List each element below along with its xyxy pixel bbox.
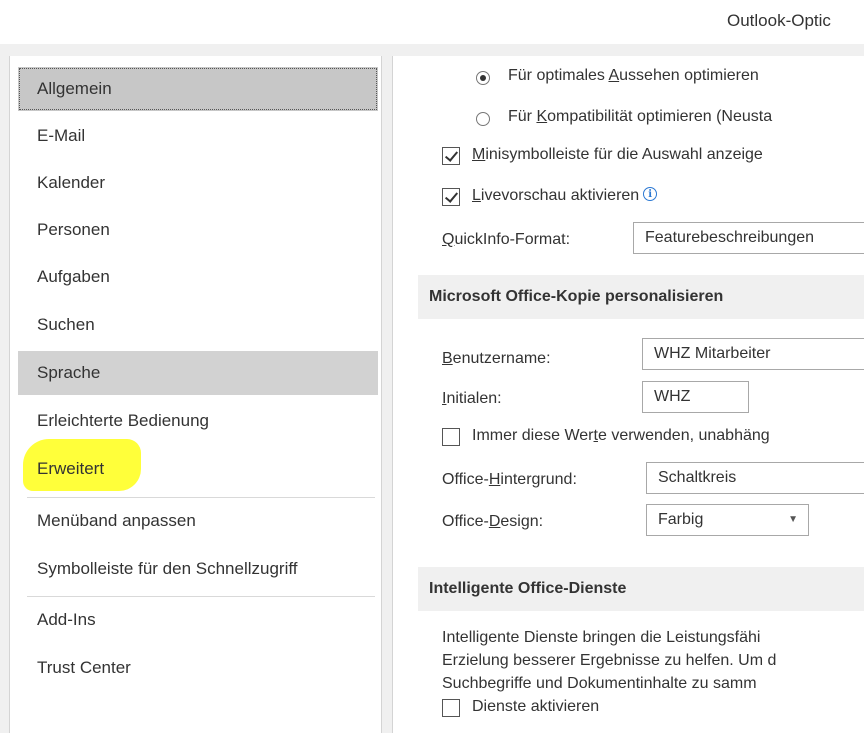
- window-title: Outlook-Optic: [727, 11, 831, 30]
- radio-compatibility-label: Für Kompatibilität optimieren (Neusta: [508, 108, 773, 125]
- radio-compatibility[interactable]: [476, 112, 490, 126]
- checkbox-enable-services[interactable]: [442, 699, 460, 717]
- options-sidebar: Allgemein E-Mail Kalender Personen Aufga…: [9, 56, 382, 733]
- initials-label: Initialen:: [442, 390, 502, 407]
- background-select[interactable]: Schaltkreis: [646, 462, 864, 494]
- sidebar-item-label: Allgemein: [37, 79, 112, 98]
- sidebar-item-label: Suchen: [37, 315, 95, 334]
- sidebar-divider: [27, 596, 375, 597]
- background-select-value: Schaltkreis: [658, 469, 737, 486]
- design-label: Office-Design:: [442, 513, 544, 530]
- sidebar-item-label: Personen: [37, 220, 110, 239]
- sidebar-item-personen[interactable]: Personen: [18, 208, 378, 252]
- sidebar-item-label: Menüband anpassen: [37, 511, 196, 530]
- quickinfo-label: QuickInfo-Format:: [442, 231, 571, 248]
- sidebar-item-label: Erweitert: [37, 459, 105, 478]
- mini-toolbar-label: Minisymbolleiste für die Auswahl anzeige: [472, 146, 763, 163]
- sidebar-item-label: Symbolleiste für den Schnellzugriff: [37, 559, 298, 578]
- sidebar-item-allgemein[interactable]: Allgemein: [18, 67, 378, 111]
- sidebar-item-label: Erleichterte Bedienung: [37, 411, 210, 430]
- quickinfo-select-value: Featurebeschreibungen: [645, 229, 815, 246]
- quickinfo-select[interactable]: Featurebeschreibungen: [633, 222, 864, 254]
- design-select-value: Farbig: [658, 511, 704, 528]
- intelligent-desc-line: Suchbegriffe und Dokumentinhalte zu samm: [442, 675, 757, 692]
- chevron-down-icon: ▼: [788, 514, 798, 525]
- sidebar-item-erleichterte-bedienung[interactable]: Erleichterte Bedienung: [18, 399, 378, 443]
- radio-optimal-appearance[interactable]: [476, 71, 490, 85]
- radio-optimal-label: Für optimales Aussehen optimieren: [508, 67, 759, 84]
- live-preview-label: Livevorschau aktivieren i: [472, 187, 658, 205]
- checkbox-always-use[interactable]: [442, 428, 460, 446]
- info-icon[interactable]: i: [643, 187, 658, 201]
- sidebar-item-add-ins[interactable]: Add-Ins: [18, 598, 378, 642]
- initials-input[interactable]: WHZ: [642, 381, 749, 413]
- sidebar-item-label: E-Mail: [37, 126, 86, 145]
- username-input[interactable]: WHZ Mitarbeiter: [642, 338, 864, 370]
- sidebar-item-label: Aufgaben: [37, 267, 110, 286]
- checkbox-mini-toolbar[interactable]: [442, 147, 460, 165]
- username-input-value: WHZ Mitarbeiter: [654, 345, 771, 362]
- sidebar-item-menueband-anpassen[interactable]: Menüband anpassen: [18, 499, 378, 543]
- always-use-label: Immer diese Werte verwenden, unabhäng: [472, 427, 770, 444]
- initials-input-value: WHZ: [654, 388, 691, 405]
- sidebar-item-aufgaben[interactable]: Aufgaben: [18, 255, 378, 299]
- sidebar-item-label: Add-Ins: [37, 610, 96, 629]
- sidebar-item-trust-center[interactable]: Trust Center: [18, 646, 378, 690]
- background-label: Office-Hintergrund:: [442, 471, 577, 488]
- sidebar-item-erweitert[interactable]: Erweitert: [18, 447, 378, 491]
- username-label: Benutzername:: [442, 350, 551, 367]
- sidebar-item-suchen[interactable]: Suchen: [18, 303, 378, 347]
- sidebar-item-label: Trust Center: [37, 658, 131, 677]
- checkbox-live-preview[interactable]: [442, 188, 460, 206]
- sidebar-divider: [27, 497, 375, 498]
- sidebar-item-label: Kalender: [37, 173, 106, 192]
- sidebar-item-kalender[interactable]: Kalender: [18, 161, 378, 205]
- sidebar-item-sprache[interactable]: Sprache: [18, 351, 378, 395]
- enable-services-label: Dienste aktivieren: [472, 698, 600, 715]
- title-bar: Outlook-Optic: [0, 0, 864, 44]
- sidebar-item-label: Sprache: [37, 363, 101, 382]
- sidebar-item-schnellzugriff[interactable]: Symbolleiste für den Schnellzugriff: [18, 547, 378, 591]
- sidebar-item-email[interactable]: E-Mail: [18, 114, 378, 158]
- design-select[interactable]: Farbig ▼: [646, 504, 809, 536]
- options-content: Für optimales Aussehen optimieren Für Ko…: [392, 56, 864, 733]
- section-header-personalize: Microsoft Office-Kopie personalisieren: [418, 275, 864, 319]
- section-header-intelligent: Intelligente Office-Dienste: [418, 567, 864, 611]
- intelligent-desc-line: Intelligente Dienste bringen die Leistun…: [442, 629, 761, 646]
- intelligent-desc-line: Erzielung besserer Ergebnisse zu helfen.…: [442, 652, 777, 669]
